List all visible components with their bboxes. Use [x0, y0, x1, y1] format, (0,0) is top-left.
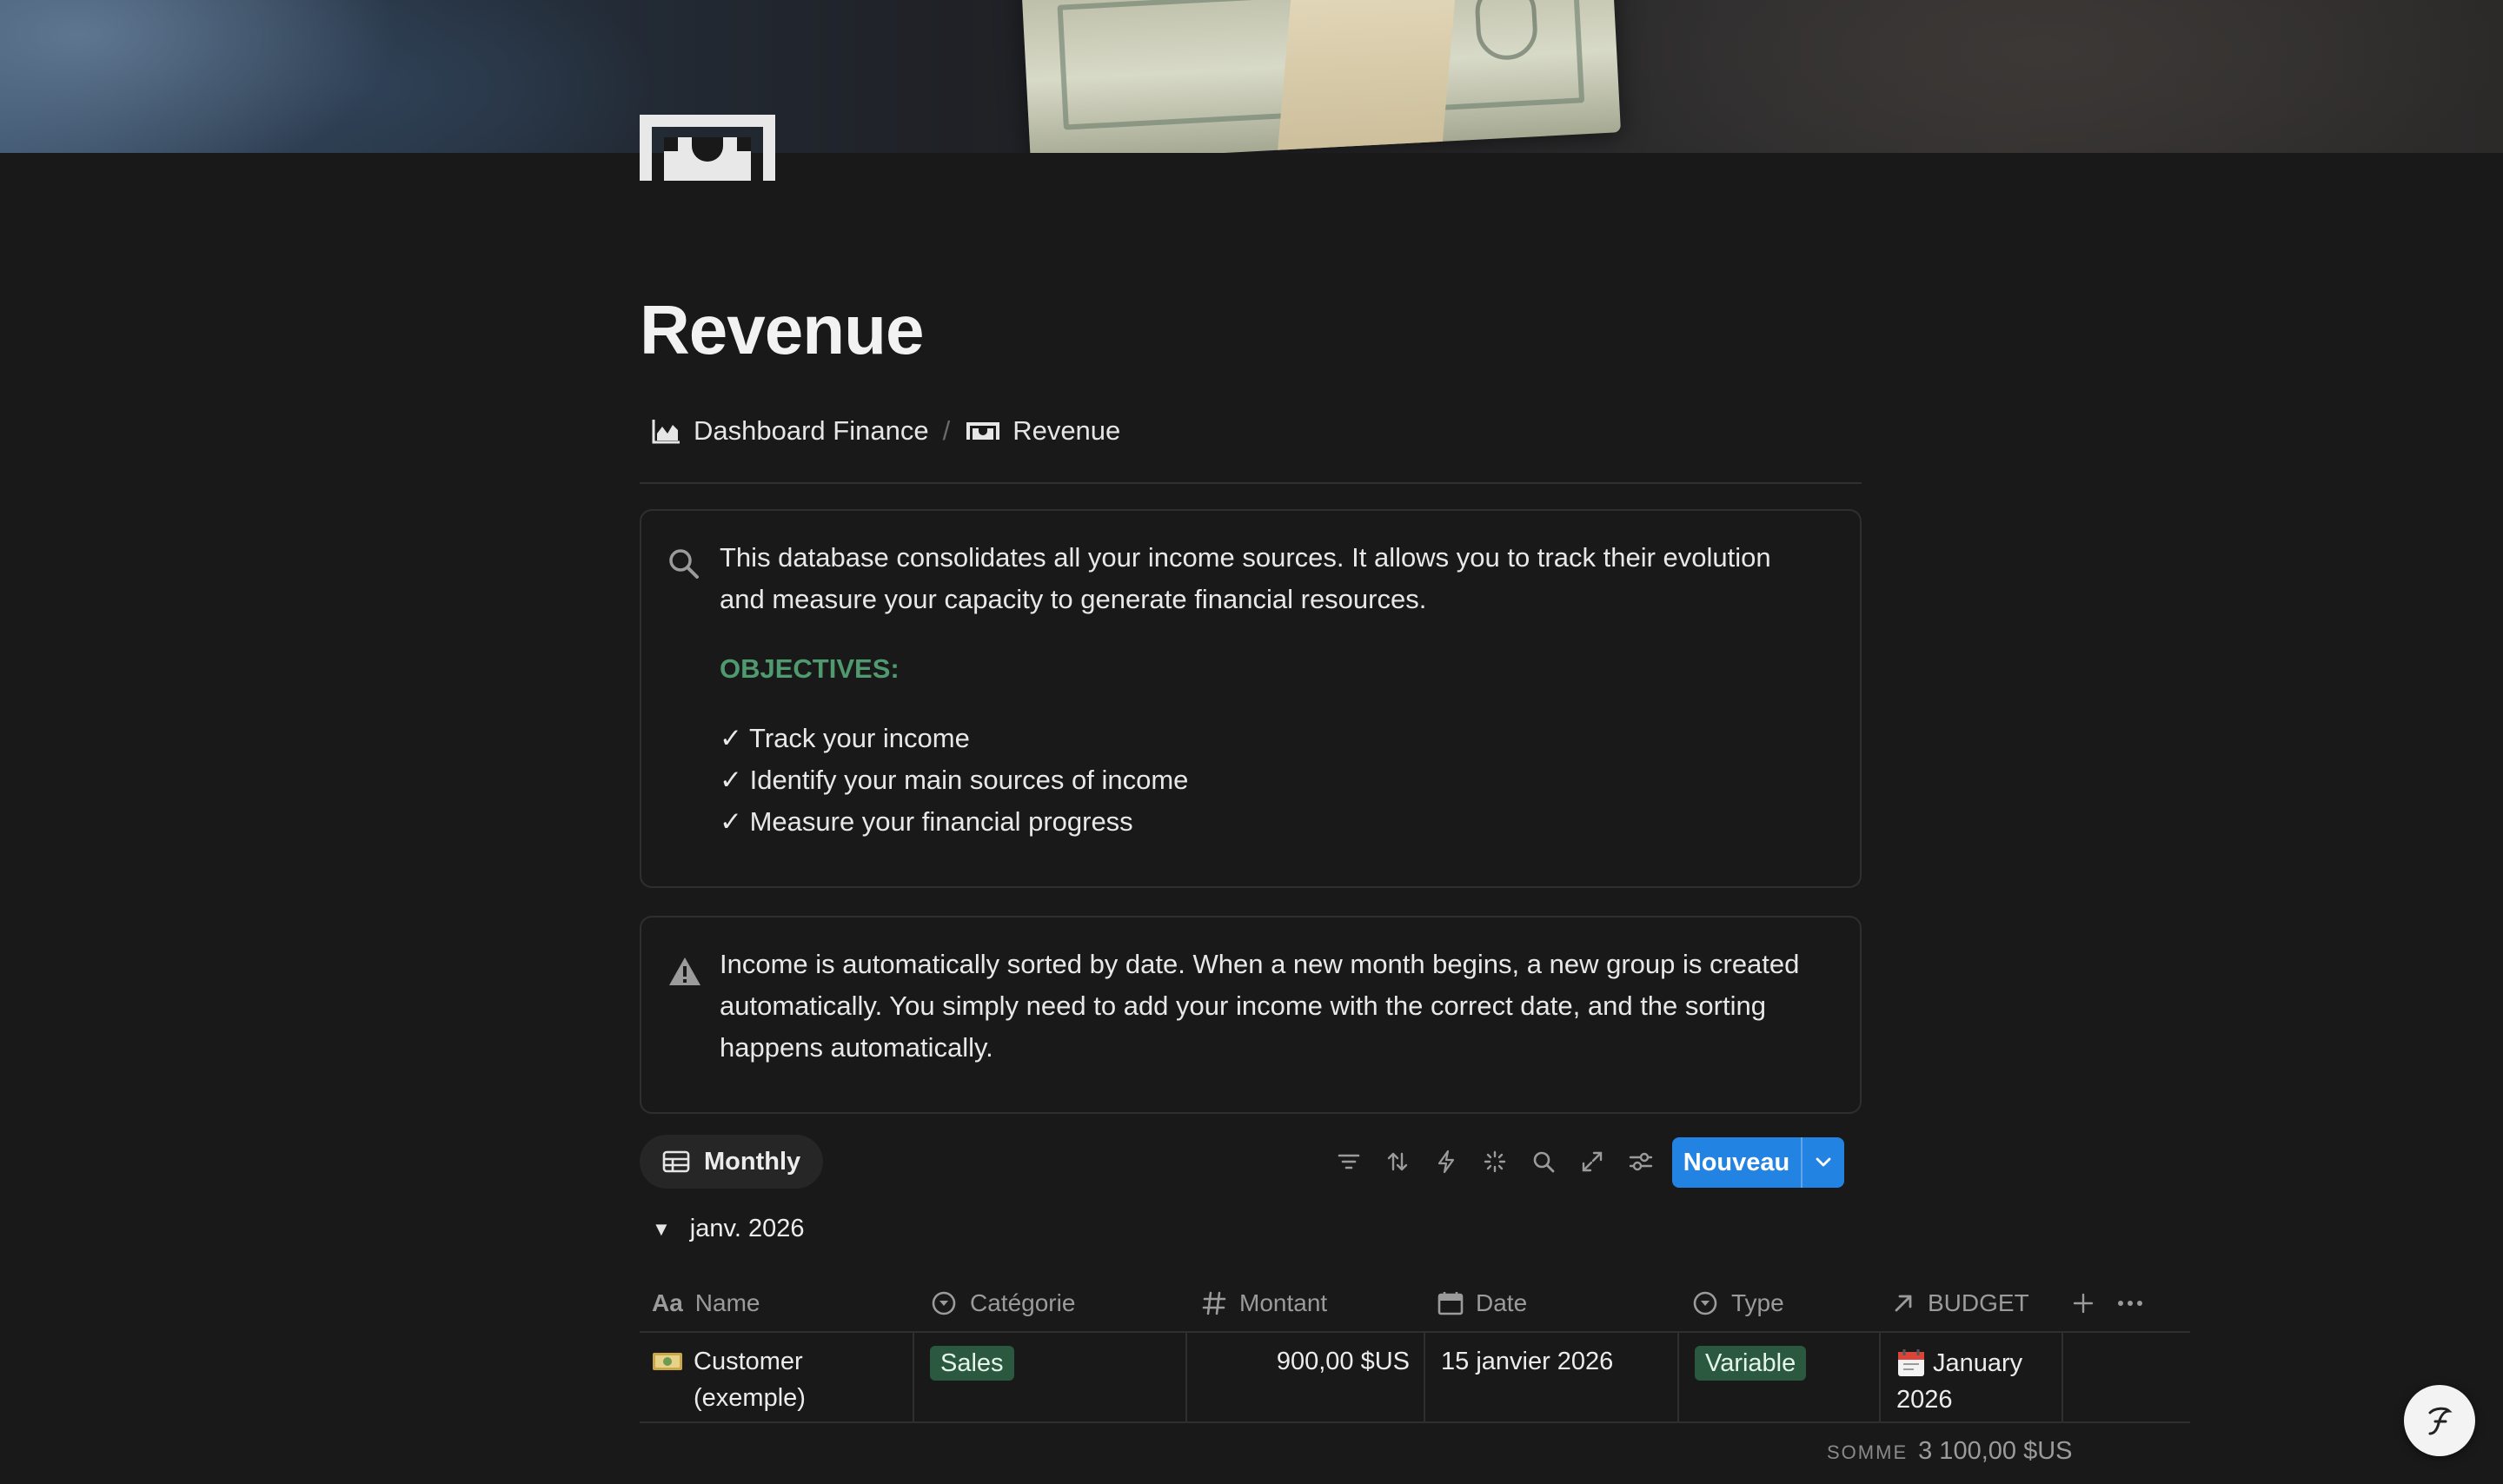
budget-line: 2026 — [1896, 1386, 1953, 1414]
info-callout[interactable]: This database consolidates all your inco… — [640, 509, 1862, 888]
date-value: 15 janvier 2026 — [1441, 1348, 1614, 1375]
ai-sparkle-icon[interactable] — [1471, 1137, 1519, 1186]
table-icon — [662, 1150, 690, 1173]
cell-name[interactable]: Customer (exemple) — [640, 1333, 914, 1423]
objectives-list: ✓ Track your income ✓ Identify your main… — [720, 718, 1808, 843]
settings-icon[interactable] — [1617, 1137, 1665, 1186]
cell-budget[interactable]: January 2026 — [1882, 1333, 2063, 1423]
column-header-name[interactable]: Aa Name — [652, 1274, 760, 1333]
add-property-icon[interactable] — [2072, 1274, 2107, 1333]
row-name-line: Customer — [694, 1348, 803, 1375]
breadcrumb-item-revenue[interactable]: Revenue — [966, 415, 1120, 447]
objectives-heading: OBJECTIVES: — [720, 653, 900, 684]
money-bill-emoji — [653, 1353, 682, 1370]
triangle-down-icon: ▼ — [652, 1217, 671, 1240]
new-button-label: Nouveau — [1683, 1148, 1790, 1176]
callout-text: Income is automatically sorted by date. … — [720, 949, 1800, 1063]
text-property-icon: Aa — [652, 1289, 683, 1316]
warning-icon — [669, 957, 700, 985]
objective-item: ✓ Identify your main sources of income — [720, 765, 1189, 795]
breadcrumb: Dashboard Finance / Revenue — [652, 415, 1120, 447]
cell-category[interactable]: Sales — [916, 1333, 1187, 1423]
help-button[interactable] — [2404, 1385, 2475, 1456]
select-property-icon — [932, 1291, 956, 1315]
expand-icon[interactable] — [1568, 1137, 1617, 1186]
breadcrumb-label: Revenue — [1012, 415, 1121, 446]
chevron-down-icon[interactable] — [1803, 1156, 1844, 1169]
automation-icon[interactable] — [1422, 1137, 1471, 1186]
category-tag: Sales — [930, 1346, 1014, 1381]
table-row[interactable]: Customer (exemple) Sales 900,00 $US 15 j… — [640, 1333, 2190, 1423]
budget-line: January — [1933, 1349, 2023, 1377]
view-tab-monthly[interactable]: Monthly — [640, 1135, 824, 1189]
calendar-emoji — [1898, 1349, 1924, 1376]
cell-amount[interactable]: 900,00 $US — [1189, 1333, 1425, 1423]
column-header-category[interactable]: Catégorie — [930, 1274, 1075, 1333]
number-property-icon — [1202, 1291, 1226, 1315]
row-name-line: (exemple) — [694, 1384, 806, 1412]
divider — [640, 482, 1862, 484]
type-tag: Variable — [1695, 1346, 1807, 1381]
filter-icon[interactable] — [1325, 1137, 1373, 1186]
column-header-budget[interactable]: BUDGET — [1891, 1274, 2029, 1333]
money-icon — [966, 422, 1000, 440]
help-glyph-icon — [2428, 1407, 2453, 1435]
cover-image — [0, 0, 2503, 153]
amount-value: 900,00 $US — [1276, 1348, 1410, 1375]
view-tab-label: Monthly — [704, 1147, 801, 1176]
new-button[interactable]: Nouveau — [1672, 1137, 1844, 1188]
table-header: Aa Name Catégorie Montant Date Type BUDG… — [640, 1274, 2190, 1333]
breadcrumb-item-dashboard[interactable]: Dashboard Finance — [652, 415, 929, 447]
page-title[interactable]: Revenue — [640, 287, 924, 374]
sum-label: SOMME — [1827, 1441, 1909, 1463]
search-icon[interactable] — [1519, 1137, 1568, 1186]
revenue-table: Aa Name Catégorie Montant Date Type BUDG… — [640, 1274, 2190, 1423]
warning-callout[interactable]: Income is automatically sorted by date. … — [640, 916, 1862, 1114]
amount-sum[interactable]: SOMME 3 100,00 $US — [1827, 1437, 2072, 1466]
database-toolbar — [1325, 1136, 1665, 1187]
column-header-date[interactable]: Date — [1437, 1274, 1527, 1333]
group-label: janv. 2026 — [689, 1215, 805, 1242]
objective-item: ✓ Track your income — [720, 723, 970, 753]
search-icon — [669, 549, 699, 579]
cell-date[interactable]: 15 janvier 2026 — [1427, 1333, 1679, 1423]
group-toggle[interactable]: ▼ janv. 2026 — [652, 1215, 804, 1243]
column-header-type[interactable]: Type — [1691, 1274, 1784, 1333]
cell-type[interactable]: Variable — [1681, 1333, 1881, 1423]
breadcrumb-label: Dashboard Finance — [694, 415, 929, 446]
calendar-property-icon — [1437, 1292, 1464, 1315]
objective-item: ✓ Measure your financial progress — [720, 806, 1133, 837]
more-options-icon[interactable] — [2117, 1274, 2155, 1333]
relation-property-icon — [1895, 1295, 1912, 1312]
banknote-graphic — [1020, 0, 1622, 153]
breadcrumb-separator: / — [942, 415, 951, 446]
select-property-icon — [1693, 1291, 1717, 1315]
column-header-amount[interactable]: Montant — [1201, 1274, 1327, 1333]
sum-value: 3 100,00 $US — [1918, 1437, 2073, 1465]
money-page-icon[interactable] — [638, 111, 777, 184]
sort-icon[interactable] — [1373, 1137, 1422, 1186]
chart-icon — [652, 420, 680, 444]
callout-text: This database consolidates all your inco… — [720, 542, 1771, 614]
